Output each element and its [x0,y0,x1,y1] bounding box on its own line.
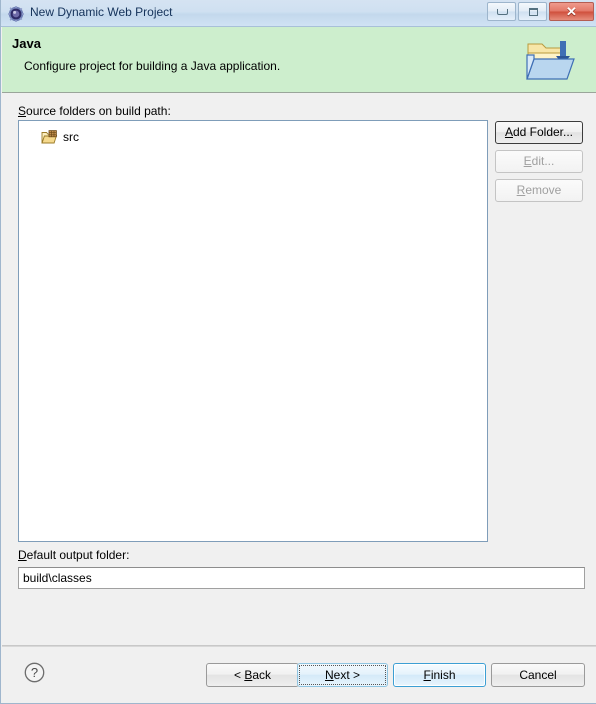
eclipse-wizard-icon [8,6,24,22]
tree-item-label: src [63,130,79,144]
add-folder-button-mnemonic: A [504,125,513,139]
tree-item-src[interactable]: src [41,128,79,146]
back-button[interactable]: < Back [206,663,299,687]
remove-button[interactable]: Remove [495,179,583,202]
back-button-label: ack [252,668,272,682]
source-folders-label: Source folders on build path: [18,104,171,118]
maximize-button[interactable] [518,2,547,21]
maximize-icon [529,8,538,16]
minimize-icon [497,9,508,15]
output-folder-label-rest: efault output folder: [26,548,130,562]
close-button[interactable]: ✕ [549,2,594,21]
add-folder-button-label: dd Folder... [512,125,574,139]
dialog-window: New Dynamic Web Project ✕ Java Configure… [0,0,596,704]
title-bar: New Dynamic Web Project ✕ [1,0,596,27]
output-folder-label-mnemonic: D [18,548,27,562]
next-button[interactable]: Next > [297,663,388,687]
window-title: New Dynamic Web Project [30,5,173,19]
window-controls: ✕ [487,2,594,21]
output-folder-label: Default output folder: [18,548,129,562]
page-title: Java [12,36,41,51]
add-folder-button[interactable]: Add Folder... [495,121,583,144]
edit-button-mnemonic: E [523,154,532,168]
dialog-footer: ? < Back Next > Finish Cancel [2,645,596,703]
minimize-button[interactable] [487,2,516,21]
finish-button-label: inish [430,668,456,682]
next-button-label: ext > [333,668,361,682]
next-button-mnemonic: N [324,668,334,682]
page-description: Configure project for building a Java ap… [24,59,281,73]
edit-button-label: dit... [531,154,555,168]
edit-button[interactable]: Edit... [495,150,583,173]
remove-button-label: emove [525,183,562,197]
dialog-body: Source folders on build path: src Add Fo… [2,93,596,645]
remove-button-mnemonic: R [516,183,526,197]
wizard-header: Java Configure project for building a Ja… [2,27,596,93]
source-folders-label-rest: ource folders on build path: [26,104,171,118]
source-folders-tree[interactable]: src [18,120,488,542]
source-folder-icon [41,129,58,145]
cancel-button-label: Cancel [519,668,557,682]
help-question-icon[interactable]: ? [24,662,45,683]
java-project-folder-icon [522,35,580,87]
cancel-button[interactable]: Cancel [491,663,585,687]
footer-separator [2,646,596,647]
output-folder-input[interactable] [18,567,585,589]
back-button-prefix: < [233,668,245,682]
close-icon: ✕ [566,4,577,19]
finish-button-mnemonic: F [423,668,431,682]
source-folders-label-mnemonic: S [18,104,27,118]
finish-button[interactable]: Finish [393,663,486,687]
svg-text:?: ? [31,665,38,680]
